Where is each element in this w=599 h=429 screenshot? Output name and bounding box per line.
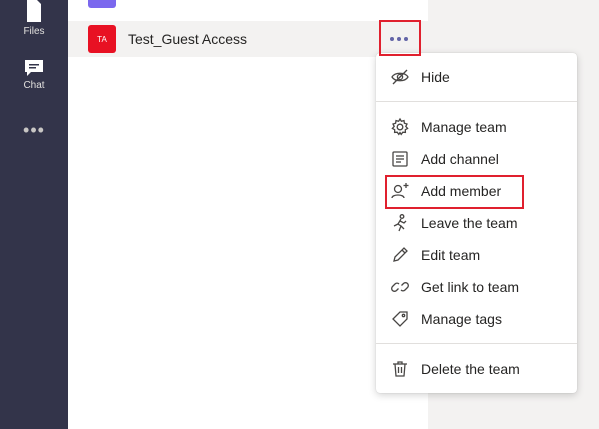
rail-item-chat[interactable]: Chat	[0, 58, 68, 91]
teams-list-panel: TA Test_Guest Access	[68, 0, 428, 429]
menu-item-add-member[interactable]: Add member	[376, 175, 577, 207]
rail-label-chat: Chat	[23, 80, 45, 91]
menu-item-edit-team[interactable]: Edit team	[376, 239, 577, 271]
menu-item-manage-tags[interactable]: Manage tags	[376, 303, 577, 335]
menu-item-manage-team[interactable]: Manage team	[376, 111, 577, 143]
add-person-icon	[390, 181, 410, 201]
menu-divider	[376, 101, 577, 102]
leave-icon	[390, 213, 410, 233]
pencil-icon	[390, 245, 410, 265]
file-icon	[25, 0, 43, 24]
rail-more-apps-button[interactable]: •••	[0, 120, 68, 141]
menu-item-label: Leave the team	[421, 215, 518, 231]
channel-icon	[390, 149, 410, 169]
app-rail: Files Chat •••	[0, 0, 68, 429]
more-options-button[interactable]	[379, 21, 419, 57]
tag-icon	[390, 309, 410, 329]
menu-divider	[376, 343, 577, 344]
gear-icon	[390, 117, 410, 137]
rail-label-files: Files	[23, 26, 45, 37]
team-context-menu: Hide Manage team Add channel Add member …	[376, 53, 577, 393]
menu-item-hide[interactable]: Hide	[376, 61, 577, 93]
menu-item-label: Delete the team	[421, 361, 520, 377]
chat-icon	[23, 58, 45, 78]
menu-item-label: Get link to team	[421, 279, 520, 295]
team-name: Test_Guest Access	[128, 31, 248, 47]
hide-icon	[390, 67, 410, 87]
menu-item-add-channel[interactable]: Add channel	[376, 143, 577, 175]
team-row[interactable]: TA Test_Guest Access	[68, 21, 428, 57]
trash-icon	[390, 359, 410, 379]
menu-item-leave-team[interactable]: Leave the team	[376, 207, 577, 239]
menu-item-label: Add member	[421, 183, 502, 199]
menu-item-get-link[interactable]: Get link to team	[376, 271, 577, 303]
link-icon	[390, 277, 410, 297]
menu-item-label: Add channel	[421, 151, 499, 167]
menu-item-delete-team[interactable]: Delete the team	[376, 353, 577, 385]
menu-item-label: Manage team	[421, 119, 507, 135]
team-avatar: TA	[88, 25, 116, 53]
ellipsis-icon	[390, 37, 408, 41]
previous-team-avatar[interactable]	[88, 0, 116, 8]
menu-item-label: Hide	[421, 69, 450, 85]
menu-item-label: Manage tags	[421, 311, 502, 327]
rail-item-files[interactable]: Files	[0, 0, 68, 37]
menu-item-label: Edit team	[421, 247, 481, 263]
